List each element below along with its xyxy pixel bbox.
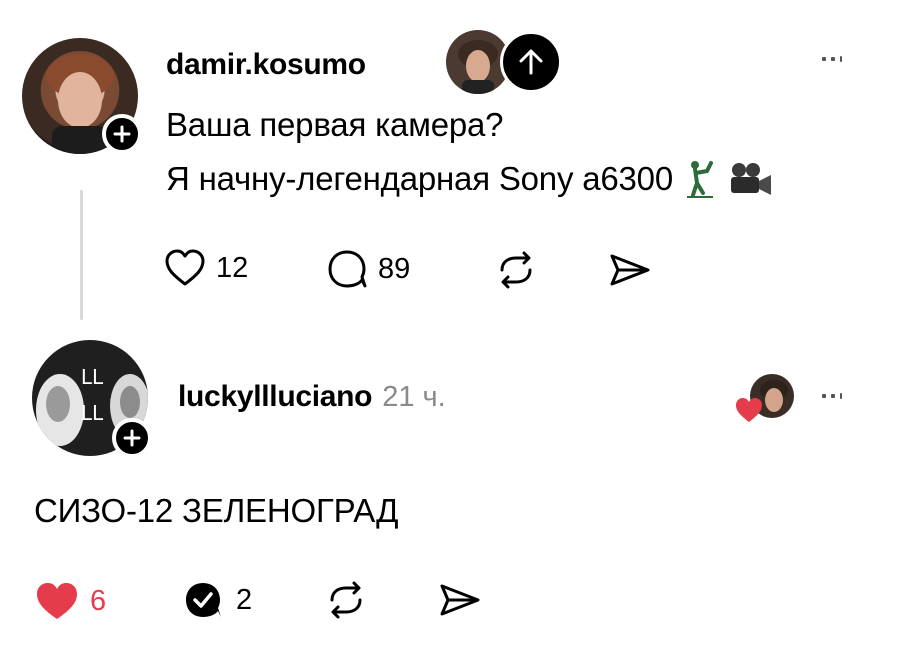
reply-more-button[interactable] xyxy=(822,393,842,399)
reply-like-button[interactable]: 6 xyxy=(34,580,106,622)
movie-camera-emoji xyxy=(730,163,771,195)
post-reply-button[interactable]: 89 xyxy=(326,248,410,290)
post-reply-count: 89 xyxy=(378,252,411,285)
avatar-letters-2: LL xyxy=(81,401,104,425)
reply-time: 21 ч. xyxy=(382,381,446,413)
arrow-up-icon xyxy=(519,49,543,75)
heart-badge-icon xyxy=(736,398,762,422)
post-like-count: 12 xyxy=(216,251,249,284)
reply-username[interactable]: luckylllucianо xyxy=(178,380,373,414)
more-icon-dot xyxy=(840,393,842,399)
more-icon xyxy=(822,394,826,398)
post-like-button[interactable]: 12 xyxy=(164,248,248,288)
reply-reply-count: 2 xyxy=(236,583,253,616)
post-repost-button[interactable] xyxy=(494,250,538,290)
scroll-up-button[interactable] xyxy=(500,31,562,93)
reply-share-button[interactable] xyxy=(438,582,482,618)
post-more-button[interactable] xyxy=(822,56,842,62)
more-icon xyxy=(822,57,826,61)
reply-like-count: 6 xyxy=(90,584,107,617)
post-text-line-2-text: Я начну-легендарная Sony a6300 xyxy=(166,160,673,197)
golfer-emoji xyxy=(686,161,713,198)
heart-filled-icon xyxy=(37,583,77,619)
plus-icon xyxy=(113,125,131,143)
avatar-letters-1: LL xyxy=(81,365,104,389)
more-icon-dot xyxy=(831,394,835,398)
heart-icon xyxy=(165,249,205,286)
repost-icon xyxy=(330,581,362,619)
follow-button[interactable] xyxy=(102,114,142,154)
repost-icon xyxy=(500,251,532,289)
reply-repost-button[interactable] xyxy=(324,580,368,620)
thread-line xyxy=(80,190,83,320)
reply-header: luckylllucianо 21 ч. xyxy=(178,380,446,414)
comment-icon xyxy=(328,250,367,288)
more-icon-dot xyxy=(840,56,842,62)
send-icon xyxy=(610,254,650,286)
post-share-button[interactable] xyxy=(608,252,652,288)
comment-check-icon xyxy=(186,583,221,617)
send-icon xyxy=(440,584,480,616)
plus-icon xyxy=(123,429,141,447)
post-text-line-1: Ваша первая камера? xyxy=(166,106,504,143)
more-icon-dot xyxy=(831,57,835,61)
post-text-line-2: Я начну-легендарная Sony a6300 xyxy=(166,154,773,204)
reply-text: СИЗО-12 ЗЕЛЕНОГРАД xyxy=(34,492,399,529)
reply-reply-button[interactable]: 2 xyxy=(182,578,252,622)
post-username[interactable]: damir.kosumo xyxy=(166,48,366,82)
reply-follow-button[interactable] xyxy=(112,418,152,458)
